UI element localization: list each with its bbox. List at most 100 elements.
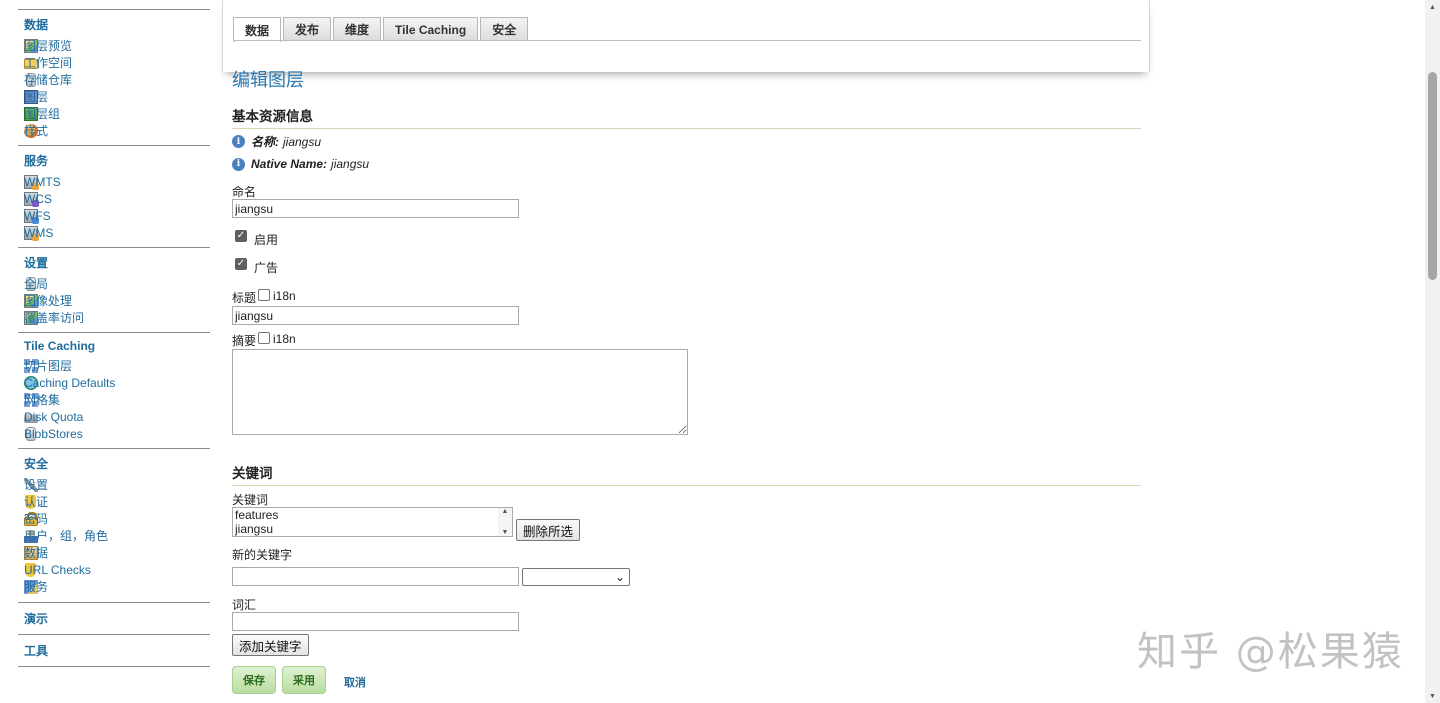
sidebar-item-url-checks[interactable]: URL Checks bbox=[18, 561, 210, 578]
sidebar-item-label: 存储仓库 bbox=[24, 73, 73, 87]
tab-panel: 数据 发布 维度 Tile Caching 安全 bbox=[222, 0, 1150, 72]
sidebar-item-disk-quota[interactable]: Disk Quota bbox=[18, 408, 210, 425]
sidebar-item-wcs[interactable]: WCS bbox=[18, 190, 210, 207]
tab-publishing[interactable]: 发布 bbox=[283, 17, 332, 41]
sidebar-item-authentication[interactable]: 认证 bbox=[18, 493, 210, 510]
enabled-checkbox[interactable]: ✓ bbox=[235, 230, 247, 242]
sidebar-item-wmts[interactable]: WMTS bbox=[18, 173, 210, 190]
sidebar-item-label: BlobStores bbox=[24, 426, 83, 441]
enabled-label: 启用 bbox=[254, 233, 279, 247]
cancel-link[interactable]: 取消 bbox=[344, 674, 366, 690]
page-scrollbar[interactable]: ▲ ▼ bbox=[1425, 0, 1440, 703]
info-native-name-row: i Native Name: jiangsu bbox=[232, 157, 369, 171]
sidebar-item-security-settings[interactable]: 设置 bbox=[18, 476, 210, 493]
abstract-label: 摘要 bbox=[232, 334, 257, 348]
title-label: 标题 bbox=[232, 291, 257, 305]
sidebar-item-gridsets[interactable]: 网格集 bbox=[18, 391, 210, 408]
scrollbar-thumb[interactable] bbox=[1428, 72, 1437, 280]
sidebar-item-layer-preview[interactable]: 图层预览 bbox=[18, 37, 210, 54]
tab-security[interactable]: 安全 bbox=[480, 17, 529, 41]
sidebar-divider bbox=[18, 332, 210, 333]
keyword-option[interactable]: jiangsu bbox=[233, 522, 512, 536]
abstract-textarea[interactable] bbox=[232, 349, 688, 435]
sidebar-item-blobstores[interactable]: BlobStores bbox=[18, 425, 210, 442]
section-keywords: 关键词 bbox=[232, 462, 1141, 486]
sidebar-item-users-groups-roles[interactable]: 用户，组，角色 bbox=[18, 527, 210, 544]
sidebar-item-label: 工作空间 bbox=[24, 56, 73, 70]
scroll-up-icon[interactable]: ▲ bbox=[502, 508, 509, 515]
sidebar-divider bbox=[18, 602, 210, 603]
sidebar-item-label: Disk Quota bbox=[24, 409, 84, 424]
sidebar-item-caching-defaults[interactable]: Caching Defaults bbox=[18, 374, 210, 391]
title-input[interactable] bbox=[232, 306, 519, 325]
sidebar-item-global[interactable]: 全局 bbox=[18, 275, 210, 292]
sidebar-item-label: WCS bbox=[24, 191, 52, 206]
name-label: 命名 bbox=[232, 185, 257, 199]
sidebar-item-label: 切片图层 bbox=[24, 359, 73, 373]
keyword-language-select[interactable]: ⌄ bbox=[522, 568, 630, 586]
sidebar-item-passwords[interactable]: 密码 bbox=[18, 510, 210, 527]
sidebar-item-data-security[interactable]: 数据 bbox=[18, 544, 210, 561]
add-keyword-button[interactable]: 添加关键字 bbox=[232, 634, 309, 656]
sidebar-item-wms[interactable]: WMS bbox=[18, 224, 210, 241]
sidebar-divider bbox=[18, 145, 210, 146]
sidebar-item-layers[interactable]: 图层 bbox=[18, 88, 210, 105]
sidebar-item-label: 图层预览 bbox=[24, 39, 73, 53]
info-name-row: i 名称: jiangsu bbox=[232, 133, 321, 150]
info-name-value: jiangsu bbox=[283, 134, 322, 149]
scroll-down-icon[interactable]: ▼ bbox=[502, 529, 509, 536]
keyword-option[interactable]: features bbox=[233, 508, 512, 522]
apply-button[interactable]: 采用 bbox=[282, 666, 326, 694]
tab-tile-caching[interactable]: Tile Caching bbox=[383, 17, 479, 41]
sidebar-item-label: 图像处理 bbox=[24, 294, 73, 308]
sidebar-item-image-processing[interactable]: 图像处理 bbox=[18, 292, 210, 309]
sidebar-heading-tools[interactable]: 工具 bbox=[24, 642, 210, 659]
sidebar-item-label: WMTS bbox=[24, 174, 61, 189]
sidebar-heading-demos[interactable]: 演示 bbox=[24, 610, 210, 627]
name-input[interactable] bbox=[232, 199, 519, 218]
sidebar-item-workspaces[interactable]: 工作空间 bbox=[18, 54, 210, 71]
sidebar-heading-services: 服务 bbox=[24, 154, 49, 168]
sidebar-divider bbox=[18, 448, 210, 449]
advertised-checkbox[interactable]: ✓ bbox=[235, 258, 247, 270]
listbox-scrollbar[interactable]: ▲ ▼ bbox=[498, 508, 512, 536]
sidebar-divider bbox=[18, 634, 210, 635]
sidebar-item-layer-groups[interactable]: 图层组 bbox=[18, 105, 210, 122]
sidebar-item-label: Caching Defaults bbox=[24, 375, 116, 390]
sidebar: 数据 图层预览 工作空间 存储仓库 图层 图层组 样式 服务 WMTS WCS … bbox=[18, 0, 210, 667]
new-keyword-input[interactable] bbox=[232, 567, 519, 586]
sidebar-item-coverage-access[interactable]: 覆盖率访问 bbox=[18, 309, 210, 326]
sidebar-item-label: WFS bbox=[24, 208, 51, 223]
page-title: 编辑图层 bbox=[232, 70, 304, 90]
section-basic-info: 基本资源信息 bbox=[232, 105, 1141, 129]
sidebar-item-service-security[interactable]: 服务 bbox=[18, 578, 210, 595]
sidebar-item-wfs[interactable]: WFS bbox=[18, 207, 210, 224]
tab-data[interactable]: 数据 bbox=[233, 17, 282, 42]
info-native-name-value: jiangsu bbox=[331, 157, 370, 171]
info-native-name-key: Native Name: bbox=[251, 157, 328, 171]
sidebar-heading-data: 数据 bbox=[24, 18, 49, 32]
vocabulary-input[interactable] bbox=[232, 612, 519, 631]
abstract-i18n-checkbox[interactable] bbox=[258, 332, 270, 344]
sidebar-item-label: URL Checks bbox=[24, 562, 91, 577]
save-button[interactable]: 保存 bbox=[232, 666, 276, 694]
sidebar-item-label: 图层组 bbox=[24, 107, 61, 121]
sidebar-item-label: 数据 bbox=[24, 546, 49, 560]
keywords-list-label: 关键词 bbox=[232, 493, 269, 507]
sidebar-item-label: 密码 bbox=[24, 512, 49, 526]
scroll-up-icon[interactable]: ▲ bbox=[1425, 0, 1440, 14]
new-keyword-label: 新的关键字 bbox=[232, 548, 293, 562]
title-i18n-checkbox[interactable] bbox=[258, 289, 270, 301]
scroll-down-icon[interactable]: ▼ bbox=[1425, 689, 1440, 703]
keywords-listbox[interactable]: features jiangsu ▲ ▼ bbox=[232, 507, 513, 537]
sidebar-item-styles[interactable]: 样式 bbox=[18, 122, 210, 139]
sidebar-item-tile-layers[interactable]: 切片图层 bbox=[18, 357, 210, 374]
sidebar-item-label: 样式 bbox=[24, 124, 49, 138]
sidebar-item-stores[interactable]: 存储仓库 bbox=[18, 71, 210, 88]
remove-selected-button[interactable]: 删除所选 bbox=[516, 519, 581, 541]
abstract-i18n-label: i18n bbox=[273, 332, 296, 346]
tab-dimensions[interactable]: 维度 bbox=[333, 17, 382, 41]
sidebar-item-label: 网格集 bbox=[24, 393, 61, 407]
sidebar-divider bbox=[18, 666, 210, 667]
sidebar-heading-settings: 设置 bbox=[24, 256, 49, 270]
